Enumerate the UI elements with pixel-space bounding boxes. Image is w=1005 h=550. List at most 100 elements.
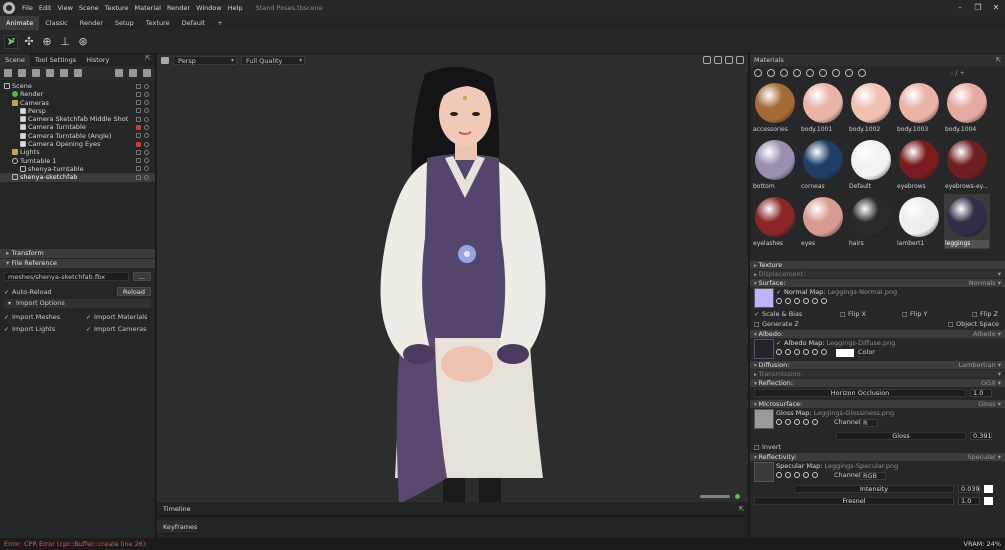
- tree-item-camera-turntable-angle[interactable]: Camera Turntable (Angle): [0, 132, 155, 140]
- delete-material-icon[interactable]: [780, 69, 788, 77]
- intensity-slider[interactable]: Intensity: [794, 485, 954, 493]
- tab-animate[interactable]: Animate: [0, 16, 40, 30]
- material-swatch[interactable]: eyebrows: [896, 137, 942, 192]
- specular-color-swatch[interactable]: [984, 485, 993, 493]
- add-shadow-catcher-icon[interactable]: [46, 69, 54, 77]
- menu-view[interactable]: View: [54, 4, 75, 12]
- microsurface-section-header[interactable]: Microsurface:Gloss ▾: [750, 400, 1005, 408]
- camera-select[interactable]: Persp: [173, 55, 237, 65]
- gloss-map-thumbnail[interactable]: [754, 409, 774, 429]
- normal-map-tools[interactable]: [776, 298, 827, 304]
- settings-icon[interactable]: [858, 69, 866, 77]
- material-swatch[interactable]: bottom: [752, 137, 798, 192]
- object-space-checkbox[interactable]: □ Object Space: [948, 319, 999, 329]
- menu-material[interactable]: Material: [132, 4, 164, 12]
- reflection-section-header[interactable]: Reflection:GGX ▾: [750, 379, 1005, 387]
- tab-texture[interactable]: Texture: [140, 16, 176, 30]
- tree-item-shenya-turntable[interactable]: shenya-turntable: [0, 165, 155, 173]
- material-swatch[interactable]: body.1001: [800, 80, 846, 135]
- material-swatch[interactable]: accessories: [752, 80, 798, 135]
- add-group-icon[interactable]: [60, 69, 68, 77]
- material-swatch[interactable]: leggings: [944, 194, 990, 249]
- duplicate-icon[interactable]: [129, 69, 137, 77]
- menu-file[interactable]: File: [19, 4, 36, 12]
- albedo-map-tools[interactable]: [776, 349, 827, 355]
- surface-mode-select[interactable]: Normals ▾: [969, 279, 1001, 287]
- diffusion-mode-select[interactable]: Lambertian ▾: [958, 361, 1001, 369]
- intensity-value[interactable]: 0.039: [958, 485, 980, 493]
- albedo-map-thumbnail[interactable]: [754, 339, 774, 359]
- new-folder-icon[interactable]: [115, 69, 123, 77]
- fresnel-value[interactable]: 1.0: [958, 497, 980, 505]
- albedo-section-header[interactable]: Albedo:Albedo ▾: [750, 330, 1005, 338]
- material-swatch[interactable]: body.1003: [896, 80, 942, 135]
- popout-icon[interactable]: ⇱: [145, 54, 155, 66]
- duplicate-material-icon[interactable]: [767, 69, 775, 77]
- tab-setup[interactable]: Setup: [109, 16, 140, 30]
- gloss-channel-select[interactable]: R: [860, 419, 878, 427]
- gloss-slider[interactable]: Gloss: [836, 432, 966, 440]
- flip-y-checkbox[interactable]: □ Flip Y: [902, 309, 928, 319]
- microsurface-mode-select[interactable]: Gloss ▾: [978, 400, 1001, 408]
- add-turntable-icon[interactable]: [74, 69, 82, 77]
- albedo-mode-select[interactable]: Albedo ▾: [973, 330, 1001, 338]
- menu-scene[interactable]: Scene: [76, 4, 102, 12]
- material-swatch[interactable]: eyelashes: [752, 194, 798, 249]
- file-path-field[interactable]: meshes/shenya-sketchfab.fbx: [4, 272, 129, 281]
- add-light-icon[interactable]: [18, 69, 26, 77]
- rotate-tool-icon[interactable]: ⊕: [40, 35, 54, 49]
- minimize-icon[interactable]: –: [951, 0, 969, 16]
- maximize-icon[interactable]: [725, 56, 733, 64]
- tree-item-camera-opening-eyes[interactable]: Camera Opening Eyes: [0, 140, 155, 148]
- scale-tool-icon[interactable]: ⊥: [58, 35, 72, 49]
- albedo-color-swatch[interactable]: [836, 349, 854, 357]
- generate-z-checkbox[interactable]: □ Generate Z: [754, 320, 799, 328]
- browse-button[interactable]: ...: [132, 272, 151, 281]
- tab-scene[interactable]: Scene: [0, 54, 30, 66]
- tree-item-cameras[interactable]: Cameras: [0, 99, 155, 107]
- select-tool-icon[interactable]: ➤: [4, 34, 18, 49]
- add-tab-button[interactable]: +: [211, 16, 228, 30]
- menu-window[interactable]: Window: [193, 4, 225, 12]
- add-object-icon[interactable]: [4, 69, 12, 77]
- menu-help[interactable]: Help: [225, 4, 246, 12]
- reflectivity-mode-select[interactable]: Specular ▾: [967, 453, 1001, 461]
- gloss-value[interactable]: 0.391: [970, 432, 992, 440]
- tab-default[interactable]: Default: [176, 16, 212, 30]
- pick-material-icon[interactable]: [832, 69, 840, 77]
- tree-item-camera-turntable[interactable]: Camera Turntable: [0, 123, 155, 131]
- material-swatch[interactable]: corneas: [800, 137, 846, 192]
- gloss-map-tools[interactable]: [776, 419, 818, 425]
- reflectivity-section-header[interactable]: Reflectivity:Specular ▾: [750, 453, 1005, 461]
- auto-reload-checkbox[interactable]: ✓ Auto-Reload: [4, 288, 113, 296]
- horizon-occlusion-slider[interactable]: Horizon Occlusion: [754, 389, 966, 397]
- fresnel-slider[interactable]: Fresnel: [754, 497, 954, 505]
- tree-item-turntable-1[interactable]: Turntable 1: [0, 157, 155, 165]
- import-cameras-checkbox[interactable]: ✓ Import Cameras: [86, 325, 147, 333]
- material-swatch[interactable]: eyebrows-ey...: [944, 137, 990, 192]
- popout-icon[interactable]: ⇱: [739, 502, 744, 516]
- import-materials-checkbox[interactable]: ✓ Import Materials: [86, 313, 147, 321]
- keyframes-tab[interactable]: Keyframes: [157, 520, 197, 534]
- menu-texture[interactable]: Texture: [102, 4, 132, 12]
- reflection-mode-select[interactable]: GGX ▾: [981, 379, 1001, 387]
- tab-classic[interactable]: Classic: [39, 16, 73, 30]
- export-material-icon[interactable]: [806, 69, 814, 77]
- tree-item-camera-sketchfab-middle-shot[interactable]: Camera Sketchfab Middle Shot: [0, 115, 155, 123]
- surface-section-header[interactable]: Surface:Normals ▾: [750, 279, 1005, 287]
- material-swatch[interactable]: eyes: [800, 194, 846, 249]
- transform-section-header[interactable]: Transform: [0, 249, 155, 258]
- diffusion-section-header[interactable]: Diffusion:Lambertian ▾: [750, 361, 1005, 369]
- displacement-section-header[interactable]: Displacement:▾: [750, 270, 1005, 278]
- invert-checkbox[interactable]: □ Invert: [754, 443, 781, 451]
- new-material-icon[interactable]: [754, 69, 762, 77]
- specular-channel-select[interactable]: RGB: [860, 472, 886, 480]
- tree-item-persp[interactable]: Persp: [0, 107, 155, 115]
- scale-bias-checkbox[interactable]: ✓ Scale & Bias: [754, 310, 802, 318]
- transmission-section-header[interactable]: Transmission:▾: [750, 370, 1005, 378]
- tree-item-scene[interactable]: Scene: [0, 82, 155, 90]
- viewport[interactable]: Persp Full Quality: [157, 54, 748, 502]
- fresnel-color-swatch[interactable]: [984, 497, 993, 505]
- delete-icon[interactable]: [143, 69, 151, 77]
- close-icon[interactable]: ✕: [987, 0, 1005, 16]
